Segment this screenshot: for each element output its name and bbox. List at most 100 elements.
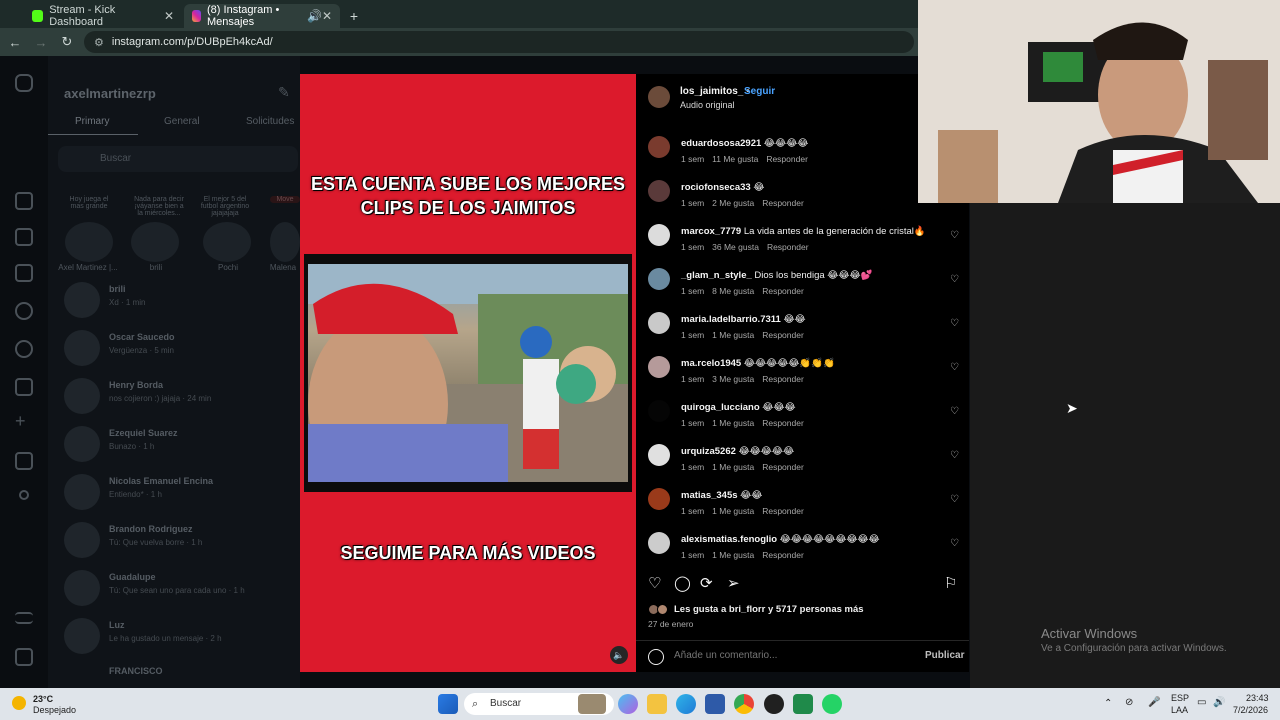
likes-summary[interactable]: Les gusta a bri_florr y 5717 personas má… [674, 604, 864, 615]
tab-primary[interactable]: Primary [75, 116, 109, 127]
forward-icon[interactable]: → [30, 35, 52, 50]
excel-icon[interactable] [793, 694, 813, 714]
weather-temp[interactable]: 23°C [33, 694, 53, 704]
comment-likes[interactable]: 11 Me gusta [712, 154, 758, 164]
avatar[interactable] [648, 268, 670, 290]
conversation-item[interactable]: Luz Le ha gustado un mensaje · 2 h [62, 614, 298, 656]
tab-instagram[interactable]: (8) Instagram • Mensajes 🔊 ✕ [184, 4, 340, 28]
new-tab-button[interactable]: + [344, 4, 364, 28]
obs-icon[interactable] [764, 694, 784, 714]
comment-user[interactable]: ma.rcelo1945 [681, 358, 741, 369]
dashboard-icon[interactable] [15, 452, 33, 470]
comment-input[interactable] [674, 650, 894, 661]
avatar[interactable] [648, 488, 670, 510]
avatar[interactable] [648, 532, 670, 554]
network-icon[interactable]: ⊘ [1125, 697, 1133, 708]
story-avatar[interactable] [270, 222, 300, 262]
story-avatar[interactable] [203, 222, 251, 262]
site-info-icon[interactable]: ⚙ [94, 36, 104, 49]
comment-likes[interactable]: 3 Me gusta [712, 374, 754, 384]
share-icon[interactable]: ➢ [727, 574, 740, 592]
clock-date[interactable]: 7/2/2026 [1233, 705, 1268, 715]
author-username[interactable]: los_jaimitos_ • [680, 86, 750, 97]
clock-time[interactable]: 23:43 [1246, 693, 1269, 703]
heart-icon[interactable]: ♡ [950, 494, 959, 505]
conversation-item[interactable]: FRANCISCO [62, 660, 298, 688]
tab-requests[interactable]: Solicitudes [246, 116, 294, 127]
reply-button[interactable]: Responder [766, 154, 808, 164]
heart-icon[interactable] [15, 378, 33, 396]
comment-user[interactable]: _glam_n_style_ [681, 270, 752, 281]
comment-likes[interactable]: 1 Me gusta [712, 462, 754, 472]
speaker-icon[interactable]: 🔊 [307, 9, 322, 23]
bookmark-icon[interactable]: ⚐ [944, 574, 957, 592]
comment-likes[interactable]: 1 Me gusta [712, 550, 754, 560]
close-icon[interactable]: ✕ [164, 9, 174, 23]
windows-start-icon[interactable] [438, 694, 458, 714]
address-bar[interactable]: ⚙ instagram.com/p/DUBpEh4kcAd/ [84, 31, 914, 53]
repost-icon[interactable]: ⟳ [700, 574, 713, 592]
search-input[interactable]: Buscar [58, 146, 298, 172]
reply-button[interactable]: Responder [762, 550, 804, 560]
comment-likes[interactable]: 1 Me gusta [712, 418, 754, 428]
heart-icon[interactable]: ♡ [950, 450, 959, 461]
heart-icon[interactable]: ♡ [950, 406, 959, 417]
store-icon[interactable] [705, 694, 725, 714]
emoji-icon[interactable] [648, 649, 664, 665]
comment-likes[interactable]: 2 Me gusta [712, 198, 754, 208]
instagram-logo-icon[interactable] [15, 74, 33, 92]
close-icon[interactable]: ✕ [322, 9, 332, 23]
avatar[interactable] [648, 312, 670, 334]
avatar[interactable] [648, 444, 670, 466]
reply-button[interactable]: Responder [762, 330, 804, 340]
audio-link[interactable]: Audio original [680, 100, 735, 110]
widget-image-icon[interactable] [578, 694, 606, 714]
speaker-icon[interactable]: 🔈 [610, 646, 628, 664]
conversation-item[interactable]: Oscar Saucedo Vergüenza · 5 min [62, 326, 298, 368]
avatar[interactable] [648, 136, 670, 158]
comment-user[interactable]: rociofonseca33 [681, 182, 751, 193]
comment-user[interactable]: quiroga_lucciano [681, 402, 760, 413]
comment-user[interactable]: urquiza5262 [681, 446, 736, 457]
comment-user[interactable]: marcox_7779 [681, 226, 741, 237]
like-icon[interactable]: ♡ [648, 574, 661, 592]
search-icon[interactable] [15, 302, 33, 320]
conversation-item[interactable]: Guadalupe Tú: Que sean uno para cada uno … [62, 566, 298, 608]
edge-icon[interactable] [676, 694, 696, 714]
reply-button[interactable]: Responder [762, 374, 804, 384]
tab-general[interactable]: General [164, 116, 200, 127]
comment-user[interactable]: alexismatias.fenoglio [681, 534, 777, 545]
conversation-item[interactable]: Ezequiel Suarez Bunazo · 1 h [62, 422, 298, 464]
comment-icon[interactable]: ◯ [674, 574, 691, 592]
note-bubble[interactable]: Move [270, 196, 300, 203]
follow-button[interactable]: Seguir [744, 86, 775, 97]
microphone-icon[interactable]: 🎤 [1148, 697, 1160, 708]
meta-apps-icon[interactable] [15, 648, 33, 666]
threads-icon[interactable] [19, 490, 29, 500]
volume-icon[interactable]: 🔊 [1213, 697, 1225, 708]
reply-button[interactable]: Responder [767, 242, 809, 252]
avatar[interactable] [648, 224, 670, 246]
home-icon[interactable] [15, 192, 33, 210]
reload-icon[interactable]: ↻ [56, 34, 78, 50]
heart-icon[interactable]: ♡ [950, 274, 959, 285]
file-explorer-icon[interactable] [647, 694, 667, 714]
story-avatar[interactable] [65, 222, 113, 262]
comment-likes[interactable]: 36 Me gusta [712, 242, 759, 252]
copilot-icon[interactable] [618, 694, 638, 714]
display-icon[interactable]: ▭ [1197, 697, 1206, 708]
reply-button[interactable]: Responder [762, 506, 804, 516]
reply-button[interactable]: Responder [762, 198, 804, 208]
note-bubble[interactable]: Nada para decir ¡váyanse bien a la miérc… [134, 196, 184, 217]
comment-likes[interactable]: 8 Me gusta [712, 286, 754, 296]
heart-icon[interactable]: ♡ [950, 362, 959, 373]
tab-kick-dashboard[interactable]: Stream - Kick Dashboard ✕ [24, 4, 182, 28]
back-icon[interactable]: ← [4, 35, 26, 50]
conversation-item[interactable]: Brandon Rodriguez Tú: Que vuelva borre · … [62, 518, 298, 560]
menu-icon[interactable] [15, 612, 33, 624]
comment-likes[interactable]: 1 Me gusta [712, 330, 754, 340]
reply-button[interactable]: Responder [762, 286, 804, 296]
compose-icon[interactable]: ✎ [278, 84, 290, 101]
heart-icon[interactable]: ♡ [950, 230, 959, 241]
avatar[interactable] [648, 400, 670, 422]
